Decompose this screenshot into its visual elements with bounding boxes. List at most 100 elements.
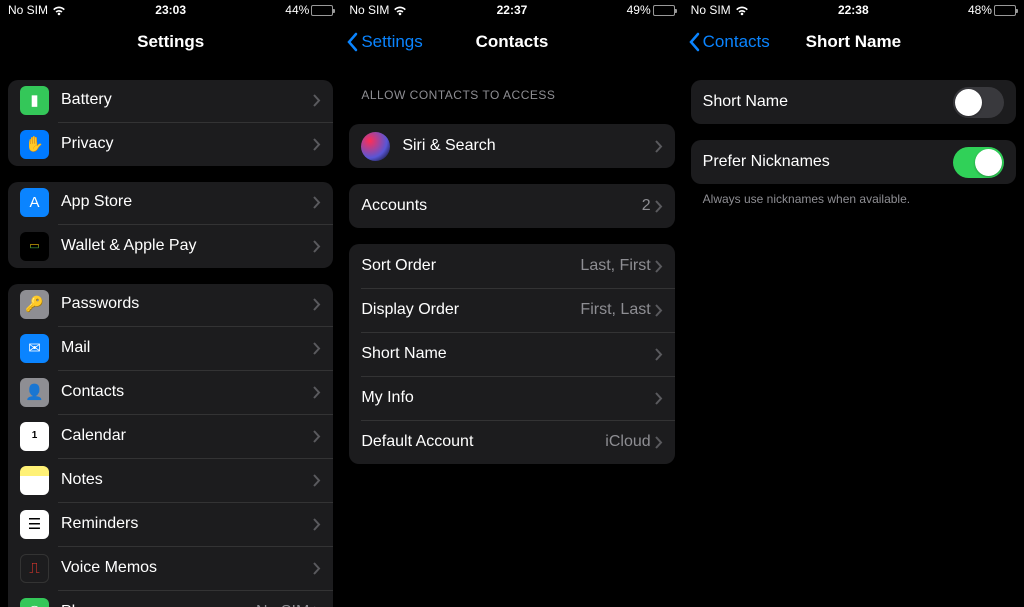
chevron-right-icon — [655, 436, 663, 449]
short-name-toggle-row: Short Name — [691, 80, 1016, 124]
chevron-right-icon — [313, 138, 321, 151]
navbar: Settings Contacts — [341, 20, 682, 64]
wifi-icon — [393, 5, 407, 15]
settings-row-notes[interactable]: Notes — [8, 458, 333, 502]
settings-row-mail[interactable]: ✉︎ Mail — [8, 326, 333, 370]
chevron-right-icon — [655, 140, 663, 153]
section-footer: Always use nicknames when available. — [683, 184, 1024, 206]
page-title: Contacts — [476, 32, 549, 52]
row-value: Last, First — [580, 257, 650, 275]
prefer-nicknames-toggle[interactable] — [953, 147, 1004, 178]
row-label: Sort Order — [361, 257, 580, 275]
voicememos-icon: ⎍ — [20, 554, 49, 583]
row-label: Privacy — [61, 135, 313, 153]
row-label: App Store — [61, 193, 313, 211]
row-label: Short Name — [361, 345, 654, 363]
settings-row-wallet[interactable]: ▭ Wallet & Apple Pay — [8, 224, 333, 268]
settings-row-voicememos[interactable]: ⎍ Voice Memos — [8, 546, 333, 590]
wifi-icon — [52, 5, 66, 15]
reminders-icon: ☰ — [20, 510, 49, 539]
settings-row-phone[interactable]: ✆ Phone No SIM — [8, 590, 333, 607]
settings-row-calendar[interactable]: 1 Calendar — [8, 414, 333, 458]
page-title: Short Name — [806, 32, 901, 52]
chevron-left-icon — [689, 32, 701, 52]
back-label: Settings — [361, 32, 422, 52]
navbar: Contacts Short Name — [683, 20, 1024, 64]
row-label: Display Order — [361, 301, 580, 319]
short-name-settings-screen: No SIM 22:38 48% Contacts Short Name Sho… — [683, 0, 1024, 607]
carrier-label: No SIM — [349, 3, 389, 17]
row-label: Notes — [61, 471, 313, 489]
section-header: ALLOW CONTACTS TO ACCESS — [341, 88, 682, 108]
chevron-right-icon — [313, 298, 321, 311]
settings-row-appstore[interactable]: A App Store — [8, 182, 333, 224]
status-bar: No SIM 22:37 49% — [341, 0, 682, 20]
settings-list[interactable]: ▮ Battery ✋ Privacy A App Store ▭ Wallet… — [0, 64, 341, 607]
chevron-right-icon — [655, 304, 663, 317]
wallet-icon: ▭ — [20, 232, 49, 261]
short-name-toggle[interactable] — [953, 87, 1004, 118]
accounts-row[interactable]: Accounts 2 — [349, 184, 674, 228]
battery-pct: 49% — [627, 3, 651, 17]
chevron-right-icon — [313, 518, 321, 531]
row-label: Reminders — [61, 515, 313, 533]
wifi-icon — [735, 5, 749, 15]
default-account-row[interactable]: Default Account iCloud — [349, 420, 674, 464]
chevron-right-icon — [313, 94, 321, 107]
row-label: Short Name — [703, 93, 953, 111]
status-time: 22:37 — [497, 3, 528, 17]
contacts-icon: 👤 — [20, 378, 49, 407]
contacts-settings-screen: No SIM 22:37 49% Settings Contacts ALLOW… — [341, 0, 682, 607]
row-label: Calendar — [61, 427, 313, 445]
chevron-right-icon — [313, 342, 321, 355]
row-label: Accounts — [361, 197, 641, 215]
prefer-nicknames-toggle-row: Prefer Nicknames — [691, 140, 1016, 184]
settings-screen: No SIM 23:03 44% Settings ▮ Battery ✋ Pr… — [0, 0, 341, 607]
chevron-right-icon — [313, 562, 321, 575]
row-label: Wallet & Apple Pay — [61, 237, 313, 255]
chevron-right-icon — [655, 392, 663, 405]
row-value: 2 — [642, 197, 651, 215]
row-label: Voice Memos — [61, 559, 313, 577]
row-value: iCloud — [605, 433, 650, 451]
key-icon: 🔑 — [20, 290, 49, 319]
calendar-icon: 1 — [20, 422, 49, 451]
battery-icon — [311, 5, 333, 16]
row-label: Default Account — [361, 433, 605, 451]
status-bar: No SIM 22:38 48% — [683, 0, 1024, 20]
battery-icon — [653, 5, 675, 16]
settings-row-passwords[interactable]: 🔑 Passwords — [8, 284, 333, 326]
settings-row-contacts[interactable]: 👤 Contacts — [8, 370, 333, 414]
settings-row-reminders[interactable]: ☰ Reminders — [8, 502, 333, 546]
notes-icon — [20, 466, 49, 495]
phone-icon: ✆ — [20, 598, 49, 607]
status-time: 22:38 — [838, 3, 869, 17]
short-name-row[interactable]: Short Name — [349, 332, 674, 376]
chevron-right-icon — [655, 348, 663, 361]
hand-icon: ✋ — [20, 130, 49, 159]
row-label: Siri & Search — [402, 137, 654, 155]
chevron-right-icon — [655, 260, 663, 273]
row-label: Phone — [61, 603, 256, 607]
siri-search-row[interactable]: Siri & Search — [349, 124, 674, 168]
row-label: Prefer Nicknames — [703, 153, 953, 171]
settings-row-privacy[interactable]: ✋ Privacy — [8, 122, 333, 166]
back-label: Contacts — [703, 32, 770, 52]
appstore-icon: A — [20, 188, 49, 217]
settings-row-battery[interactable]: ▮ Battery — [8, 80, 333, 122]
chevron-left-icon — [347, 32, 359, 52]
row-value: First, Last — [580, 301, 650, 319]
row-label: Battery — [61, 91, 313, 109]
row-value: No SIM — [256, 603, 309, 607]
row-label: Mail — [61, 339, 313, 357]
battery-icon: ▮ — [20, 86, 49, 115]
sort-order-row[interactable]: Sort Order Last, First — [349, 244, 674, 288]
back-button[interactable]: Settings — [347, 32, 422, 52]
my-info-row[interactable]: My Info — [349, 376, 674, 420]
mail-icon: ✉︎ — [20, 334, 49, 363]
status-time: 23:03 — [155, 3, 186, 17]
back-button[interactable]: Contacts — [689, 32, 770, 52]
chevron-right-icon — [313, 386, 321, 399]
display-order-row[interactable]: Display Order First, Last — [349, 288, 674, 332]
page-title: Settings — [137, 32, 204, 52]
